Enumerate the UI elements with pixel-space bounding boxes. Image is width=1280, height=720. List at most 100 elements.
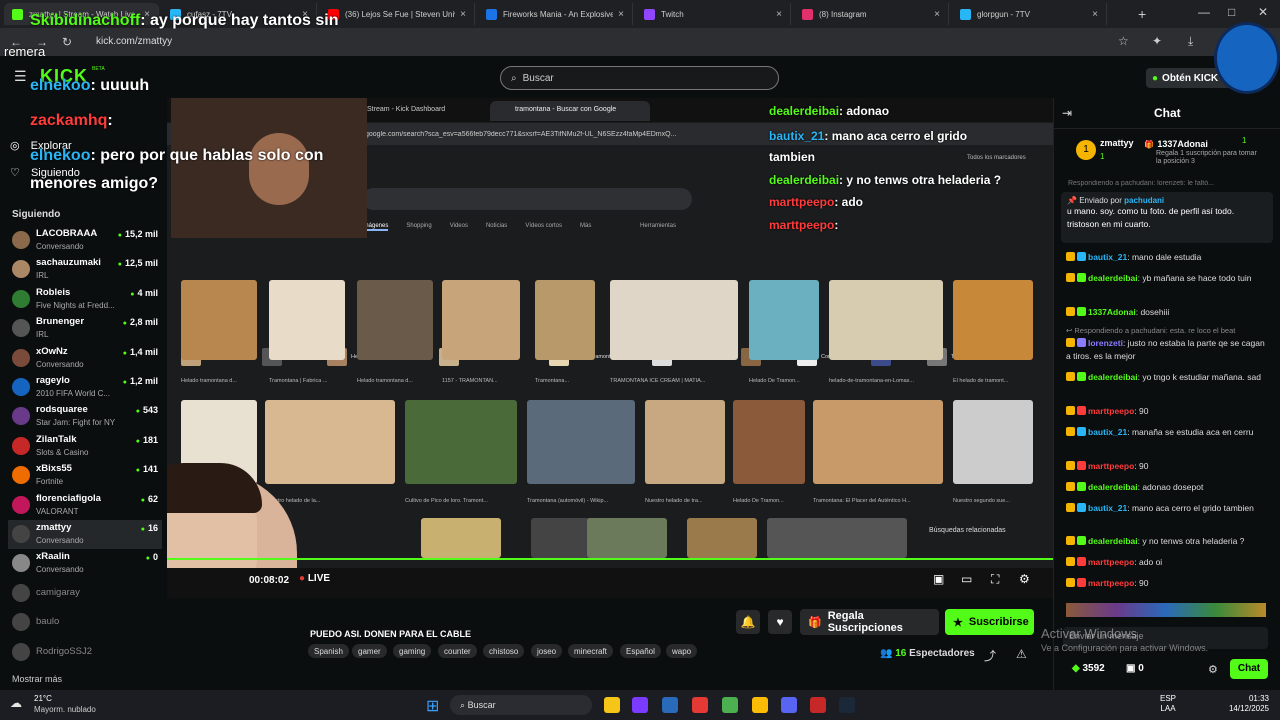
reload-icon[interactable]: ↻: [62, 35, 72, 49]
report-icon[interactable]: ⚠: [1016, 647, 1027, 661]
sidebar-channel[interactable]: baulo: [8, 608, 162, 637]
overlay-user: zackamhq: [30, 112, 108, 129]
chat-username[interactable]: marttpeepo: [1088, 578, 1134, 588]
progress-bar[interactable]: [167, 558, 1053, 560]
collapse-chat-icon[interactable]: ⇥: [1062, 106, 1072, 120]
browser-tab[interactable]: glorpgun - 7TV ×: [952, 3, 1107, 25]
sidebar-channel[interactable]: zmattyy Conversando 16: [8, 520, 162, 549]
stream-tag[interactable]: Spanish: [308, 644, 349, 658]
gift-icon: 🎁: [1144, 140, 1154, 149]
chat-username[interactable]: bautix_21: [1088, 427, 1127, 437]
show-more-link[interactable]: Mostrar más: [12, 674, 62, 684]
discord-icon[interactable]: [781, 697, 797, 713]
captured-chat-text: : adonao: [839, 104, 890, 118]
browser-tab[interactable]: (8) Instagram ×: [794, 3, 949, 25]
sidebar-channel[interactable]: camigaray: [8, 579, 162, 608]
sidebar-channel[interactable]: xRaalin Conversando 0: [8, 549, 162, 578]
sidebar-channel[interactable]: florenciafigola VALORANT 62: [8, 491, 162, 520]
sidebar-channel[interactable]: rageylo 2010 FIFA World C... 1,2 mil: [8, 373, 162, 402]
chrome-icon[interactable]: [722, 697, 738, 713]
search-input[interactable]: ⌕ Buscar: [500, 66, 779, 90]
chat-send-button[interactable]: Chat: [1230, 659, 1268, 679]
chat-username[interactable]: marttpeepo: [1088, 406, 1134, 416]
close-tab-icon[interactable]: ×: [460, 9, 466, 20]
subscribe-button[interactable]: ★ Suscribirse: [945, 609, 1034, 635]
sidebar-channel[interactable]: xOwNz Conversando 1,4 mil: [8, 344, 162, 373]
clock[interactable]: 01:33 14/12/2025: [1221, 694, 1269, 714]
steam-icon[interactable]: [839, 697, 855, 713]
sidebar-channel[interactable]: rodsquaree Star Jam: Fight for NY 543: [8, 402, 162, 431]
theater-icon[interactable]: ▭: [961, 572, 972, 586]
sidebar-channel[interactable]: LACOBRAAA Conversando 15,2 mil: [8, 226, 162, 255]
rank-badge: 1: [1076, 140, 1096, 160]
app-icon[interactable]: [810, 697, 826, 713]
close-window-button[interactable]: ✕: [1258, 5, 1268, 19]
stream-tag[interactable]: counter: [438, 644, 477, 658]
close-tab-icon[interactable]: ×: [776, 9, 782, 20]
sidebar-channel[interactable]: Brunenger IRL 2,8 mil: [8, 314, 162, 343]
sidebar-channel[interactable]: ZilanTalk Slots & Casino 181: [8, 432, 162, 461]
stream-tag[interactable]: wapo: [666, 644, 698, 658]
chat-username[interactable]: dealerdeibai: [1088, 536, 1138, 546]
chat-settings-icon[interactable]: ⚙: [1208, 663, 1218, 676]
video-player[interactable]: Stream - Kick Dashboard tramontana - Bus…: [167, 98, 1053, 598]
sidebar-channel[interactable]: xBixs55 Fortnite 141: [8, 461, 162, 490]
minimize-button[interactable]: —: [1198, 5, 1210, 19]
chat-username[interactable]: marttpeepo: [1088, 461, 1134, 471]
download-icon[interactable]: ⤓: [1188, 34, 1193, 49]
bookmark-star-icon[interactable]: ☆: [1118, 34, 1129, 48]
close-tab-icon[interactable]: ×: [618, 9, 624, 20]
chat-username[interactable]: bautix_21: [1088, 252, 1127, 262]
chat-username[interactable]: bautix_21: [1088, 503, 1127, 513]
url-field[interactable]: kick.com/zmattyy: [96, 36, 172, 47]
activate-windows-sub: Ve a Configuración para activar Windows.: [1041, 643, 1209, 653]
menu-icon[interactable]: ☰: [14, 68, 27, 85]
channel-name: RodrigoSSJ2: [36, 645, 92, 657]
chat-username[interactable]: dealerdeibai: [1088, 482, 1138, 492]
browser-tab[interactable]: Twitch ×: [636, 3, 791, 25]
chrome-icon[interactable]: [752, 697, 768, 713]
share-icon[interactable]: ⤴: [984, 647, 996, 664]
browser-tab[interactable]: (36) Lejos Se Fue | Steven Univ... ×: [320, 3, 475, 25]
stream-tag[interactable]: gaming: [393, 644, 432, 658]
settings-icon[interactable]: ⚙: [1019, 572, 1030, 586]
new-tab-button[interactable]: +: [1138, 6, 1146, 22]
live-label: LIVE: [307, 573, 331, 584]
sidebar-channel[interactable]: sachauzumaki IRL 12,5 mil: [8, 255, 162, 284]
pinned-message[interactable]: 📌 Enviado por pachudani u mano. soy. com…: [1061, 192, 1273, 243]
chat-message: dealerdeibai: y no tenws otra heladeria …: [1066, 535, 1266, 548]
captured-image-result: [953, 280, 1033, 360]
pip-icon[interactable]: ▣: [933, 572, 944, 586]
stream-tag[interactable]: Español: [620, 644, 661, 658]
app-icon[interactable]: [692, 697, 708, 713]
store-icon[interactable]: [662, 697, 678, 713]
chat-username[interactable]: marttpeepo: [1088, 557, 1134, 567]
chat-username[interactable]: 1337Adonai: [1088, 307, 1136, 317]
app-icon[interactable]: [632, 697, 648, 713]
stream-tag[interactable]: minecraft: [568, 644, 613, 658]
lang-indicator[interactable]: ESP LAA: [1160, 694, 1176, 714]
maximize-button[interactable]: □: [1228, 5, 1235, 19]
chat-username[interactable]: dealerdeibai: [1088, 273, 1138, 283]
stream-tag[interactable]: gamer: [352, 644, 387, 658]
browser-tab[interactable]: Fireworks Mania - An Explosive... ×: [478, 3, 633, 25]
notification-bell-button[interactable]: 🔔: [736, 610, 760, 634]
sidebar-channel[interactable]: RodrigoSSJ2: [8, 638, 162, 667]
emote-bar: [1066, 603, 1266, 617]
chat-username[interactable]: lorenzeti: [1088, 338, 1123, 348]
chat-username[interactable]: dealerdeibai: [1088, 372, 1138, 382]
stream-tag[interactable]: joseo: [531, 644, 563, 658]
taskbar-search[interactable]: ⌕ Buscar: [450, 695, 592, 715]
gift-subs-button[interactable]: 🎁 Regala Suscripciones: [800, 609, 939, 635]
get-kick-label: Obtén KICK: [1162, 72, 1219, 84]
stream-tag[interactable]: chistoso: [483, 644, 525, 658]
close-tab-icon[interactable]: ×: [934, 9, 940, 20]
close-tab-icon[interactable]: ×: [1092, 9, 1098, 20]
sidebar-channel[interactable]: Robleis Five Nights at Fredd... 4 mil: [8, 285, 162, 314]
avatar[interactable]: [1214, 22, 1280, 94]
extensions-icon[interactable]: ✦: [1152, 34, 1162, 48]
file-explorer-icon[interactable]: [604, 697, 620, 713]
windows-start-icon[interactable]: ⊞: [426, 696, 439, 716]
fullscreen-icon[interactable]: ⛶: [991, 572, 999, 587]
follow-heart-button[interactable]: ♥: [768, 610, 792, 634]
